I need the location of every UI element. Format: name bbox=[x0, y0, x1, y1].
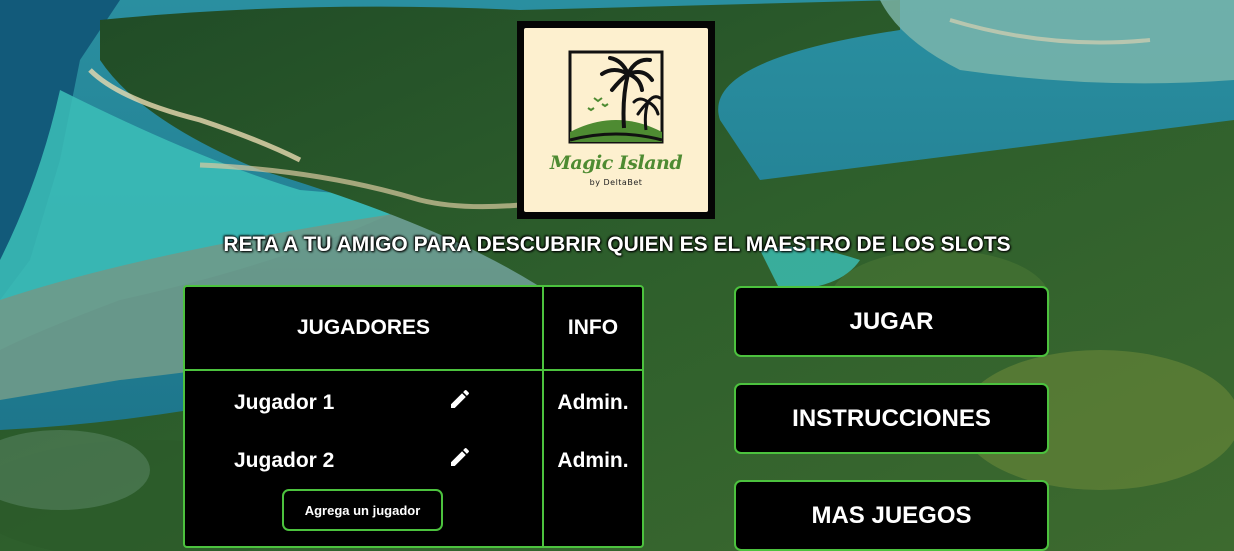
player-1-name: Jugador 1 bbox=[234, 391, 335, 414]
play-button[interactable]: JUGAR bbox=[734, 286, 1049, 357]
info-header: INFO bbox=[567, 316, 619, 339]
tagline: RETA A TU AMIGO PARA DESCUBRIR QUIEN ES … bbox=[223, 233, 1011, 256]
logo-subtitle: by DeltaBet bbox=[589, 178, 643, 187]
more-games-button[interactable]: MAS JUEGOS bbox=[734, 480, 1049, 551]
pencil-icon bbox=[451, 447, 470, 466]
edit-player-2-button[interactable] bbox=[448, 445, 472, 469]
pencil-icon bbox=[451, 389, 470, 408]
players-table: JUGADORES INFO Jugador 1 Admin. Jugador … bbox=[183, 285, 644, 548]
player-2-role: Admin. bbox=[557, 449, 629, 472]
logo-title: Magic Island bbox=[549, 152, 683, 174]
logo-badge: Magic Island by DeltaBet bbox=[524, 28, 708, 212]
table-header-divider bbox=[185, 369, 642, 371]
instructions-button[interactable]: INSTRUCCIONES bbox=[734, 383, 1049, 454]
add-player-button[interactable]: Agrega un jugador bbox=[282, 489, 443, 531]
player-1-role: Admin. bbox=[557, 391, 629, 414]
logo: Magic Island by DeltaBet bbox=[517, 21, 715, 219]
player-2-name: Jugador 2 bbox=[234, 449, 335, 472]
edit-player-1-button[interactable] bbox=[448, 387, 472, 411]
players-header: JUGADORES bbox=[296, 316, 431, 339]
